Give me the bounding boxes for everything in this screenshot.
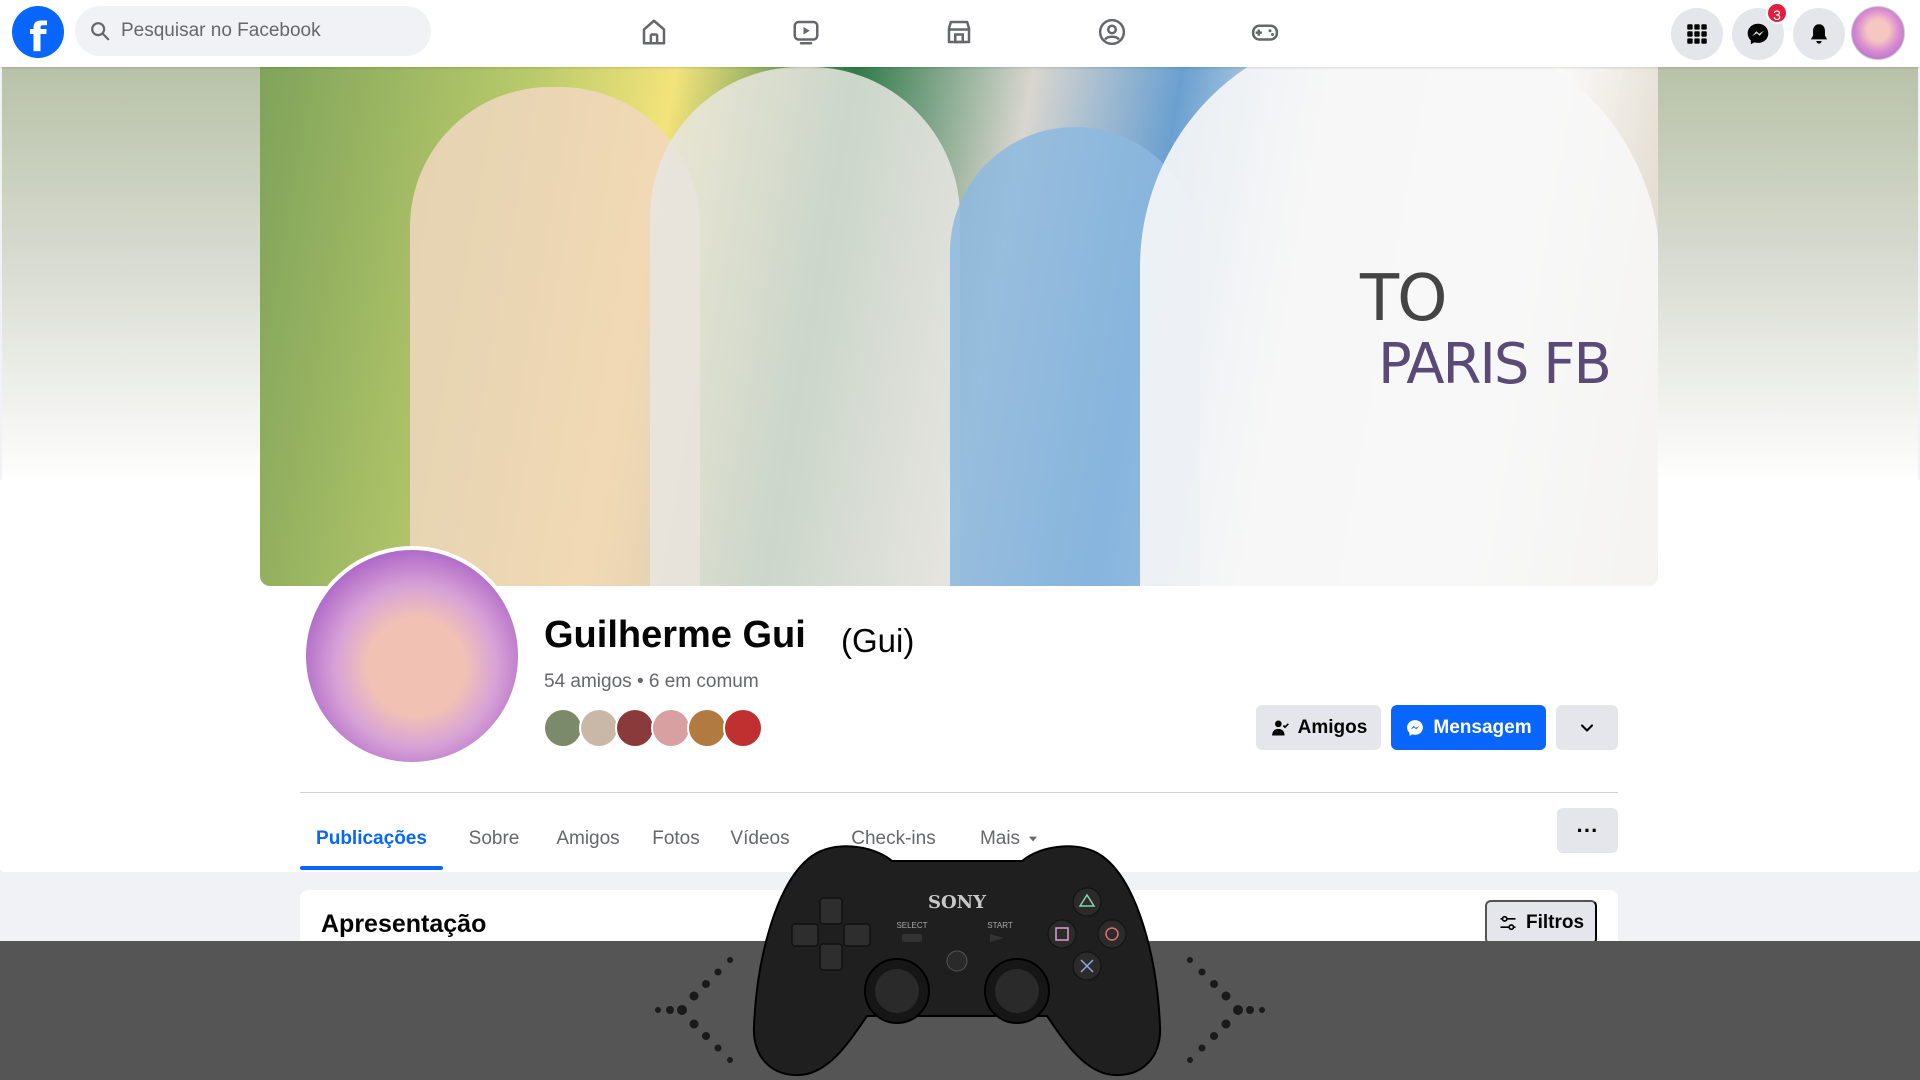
home-icon[interactable] xyxy=(632,12,676,52)
profile-nickname: (Gui) xyxy=(841,622,915,659)
gaming-icon[interactable] xyxy=(1243,12,1287,52)
friend-avatar[interactable] xyxy=(651,708,691,748)
cover-shirt-text: TO xyxy=(1360,262,1447,336)
tab-label: Fotos xyxy=(652,828,700,849)
facebook-logo-icon[interactable]: f xyxy=(12,6,64,58)
chevron-down-icon xyxy=(1580,723,1594,732)
search-input[interactable] xyxy=(121,20,401,42)
controller-brand: SONY xyxy=(928,892,987,913)
messenger-icon xyxy=(1747,23,1769,45)
friend-avatar[interactable] xyxy=(543,708,583,748)
notifications-button[interactable] xyxy=(1793,8,1845,60)
friend-avatar[interactable] xyxy=(687,708,727,748)
friends-separator: • xyxy=(636,671,644,692)
marketplace-icon[interactable] xyxy=(937,12,981,52)
friends-summary[interactable]: 54 amigos • 6 em comum xyxy=(544,671,759,693)
filters-icon xyxy=(1500,915,1516,930)
left-chevron-dots-icon xyxy=(655,957,733,1063)
filters-button-label: Filtros xyxy=(1525,911,1585,933)
profile-name: Guilherme Gui xyxy=(544,614,806,656)
tab-publicacoes[interactable]: Publicações xyxy=(300,808,443,870)
friend-avatar[interactable] xyxy=(723,708,763,748)
friends-button[interactable]: Amigos xyxy=(1256,705,1381,750)
tab-sobre[interactable]: Sobre xyxy=(452,808,536,870)
header-divider xyxy=(300,792,1618,793)
messenger-icon xyxy=(1407,719,1424,736)
notifications-icon xyxy=(1810,24,1828,44)
filters-button[interactable]: Filtros xyxy=(1485,900,1597,945)
friend-avatar[interactable] xyxy=(615,708,655,748)
messenger-badge: 3 xyxy=(1766,2,1788,24)
top-navigation-bar: f 3 xyxy=(0,0,1920,67)
account-avatar[interactable] xyxy=(1851,6,1905,60)
cover-shirt-text-2: PARIS FB xyxy=(1378,332,1612,397)
tab-label: Sobre xyxy=(468,828,520,849)
tab-label: Amigos xyxy=(556,828,620,849)
profile-options-dropdown[interactable] xyxy=(1556,705,1618,750)
more-options-button[interactable]: ··· xyxy=(1557,808,1618,853)
friend-avatar[interactable] xyxy=(579,708,619,748)
controller-start: START xyxy=(987,921,1013,930)
cover-person-boy xyxy=(650,67,960,586)
friends-count[interactable]: 54 amigos xyxy=(544,671,632,692)
messenger-button[interactable]: 3 xyxy=(1732,2,1788,60)
menu-grid-button[interactable] xyxy=(1671,8,1723,60)
cover-photo[interactable]: TO PARIS FB xyxy=(260,67,1658,586)
gamepad-icon: SONY SELECT START xyxy=(752,845,1162,1077)
search-box[interactable] xyxy=(75,6,431,56)
tab-label: Publicações xyxy=(316,828,427,849)
tab-fotos[interactable]: Fotos xyxy=(640,808,712,870)
search-icon xyxy=(91,22,110,41)
message-button-label: Mensagem xyxy=(1433,716,1532,738)
friend-avatars xyxy=(543,708,773,750)
intro-title: Apresentação xyxy=(321,910,487,938)
friends-button-label: Amigos xyxy=(1297,716,1368,738)
menu-grid-icon xyxy=(1687,24,1707,44)
tab-amigos[interactable]: Amigos xyxy=(546,808,630,870)
profile-picture[interactable] xyxy=(302,546,522,766)
video-icon[interactable] xyxy=(784,12,828,52)
message-button[interactable]: Mensagem xyxy=(1391,705,1546,750)
right-chevron-dots-icon xyxy=(1187,957,1265,1063)
mutual-friends[interactable]: 6 em comum xyxy=(649,671,759,692)
friend-check-icon xyxy=(1271,720,1289,735)
controller-select: SELECT xyxy=(896,921,927,930)
groups-icon[interactable] xyxy=(1090,12,1134,52)
